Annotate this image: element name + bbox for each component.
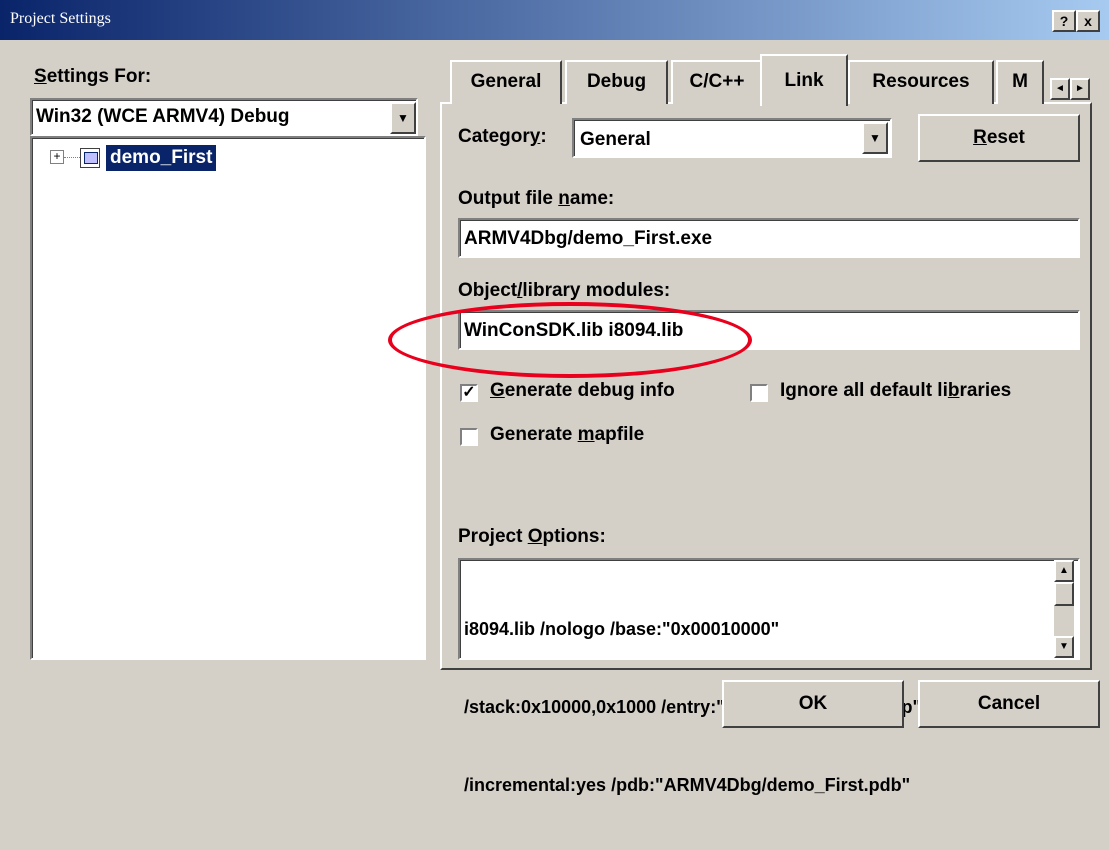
tab-debug[interactable]: Debug [565, 60, 668, 104]
close-button[interactable]: x [1076, 10, 1100, 32]
tab-cpp[interactable]: C/C++ [671, 60, 763, 104]
platform-dropdown-button[interactable]: ▼ [390, 102, 416, 134]
check-icon: ✓ [462, 384, 476, 401]
mapfile-label: Generate mapfile [490, 424, 645, 445]
ok-button[interactable]: OK [722, 680, 904, 728]
cancel-label: Cancel [977, 693, 1041, 714]
category-dropdown-button[interactable]: ▼ [862, 122, 888, 154]
reset-label: Reset [973, 127, 1025, 148]
objlib-label: Object/library modules: [458, 280, 671, 301]
title-bar[interactable] [0, 0, 1109, 40]
window-title: Project Settings [10, 10, 111, 27]
tree-expand-icon[interactable]: + [50, 150, 64, 164]
tab-link[interactable]: Link [760, 54, 848, 106]
tab-resources[interactable]: Resources [848, 60, 994, 104]
output-field[interactable]: ARMV4Dbg/demo_First.exe [458, 218, 1080, 258]
platform-value: Win32 (WCE ARMV4) Debug [36, 106, 290, 127]
annotation-ellipse [388, 302, 752, 378]
settings-for-label: Settings For: [34, 66, 152, 87]
project-options-label: Project Options: [458, 526, 606, 547]
ignore-libs-checkbox[interactable] [750, 384, 768, 402]
scroll-down-button[interactable]: ▼ [1054, 636, 1074, 658]
chevron-down-icon: ▼ [397, 111, 409, 125]
tab-more[interactable]: M [996, 60, 1044, 104]
tab-general[interactable]: General [450, 60, 562, 104]
scroll-thumb[interactable] [1054, 582, 1074, 606]
arrow-down-icon: ▼ [1059, 641, 1069, 652]
project-options-line: /incremental:yes /pdb:"ARMV4Dbg/demo_Fir… [464, 775, 911, 795]
tab-scroll-right-button[interactable]: ► [1070, 78, 1090, 100]
scroll-up-button[interactable]: ▲ [1054, 560, 1074, 582]
project-tree[interactable] [30, 136, 426, 660]
ok-label: OK [798, 693, 828, 714]
output-value: ARMV4Dbg/demo_First.exe [464, 228, 713, 249]
project-options-line: i8094.lib /nologo /base:"0x00010000" [464, 619, 780, 639]
output-label: Output file name: [458, 188, 615, 209]
help-button[interactable]: ? [1052, 10, 1076, 32]
debug-info-checkbox[interactable]: ✓ [460, 384, 478, 402]
reset-button[interactable]: Reset [918, 114, 1080, 162]
ignore-libs-label: Ignore all default libraries [780, 380, 1012, 401]
chevron-down-icon: ▼ [869, 131, 881, 145]
tree-item-demo-first[interactable]: demo_First [106, 145, 217, 171]
tree-connector [64, 157, 80, 158]
category-value: General [580, 129, 651, 150]
project-icon [80, 148, 100, 168]
cancel-button[interactable]: Cancel [918, 680, 1100, 728]
mapfile-checkbox[interactable] [460, 428, 478, 446]
category-label: Category: [458, 126, 547, 147]
debug-info-label: Generate debug info [490, 380, 675, 401]
tab-scroll-left-button[interactable]: ◄ [1050, 78, 1070, 100]
arrow-up-icon: ▲ [1059, 565, 1069, 576]
category-select[interactable]: General [572, 118, 892, 158]
platform-select[interactable]: Win32 (WCE ARMV4) Debug [30, 98, 418, 136]
project-options-box[interactable]: i8094.lib /nologo /base:"0x00010000" /st… [458, 558, 1080, 795]
